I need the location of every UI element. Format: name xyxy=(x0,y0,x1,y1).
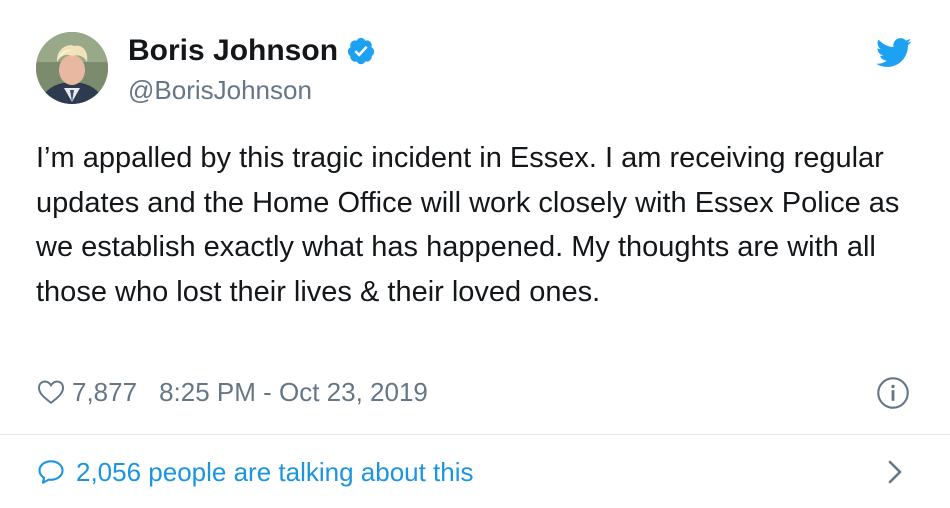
verified-badge-icon xyxy=(346,36,376,66)
tweet-timestamp[interactable]: 8:25 PM - Oct 23, 2019 xyxy=(159,377,428,408)
like-count[interactable]: 7,877 xyxy=(72,377,137,408)
avatar-image xyxy=(36,32,108,104)
heart-icon[interactable] xyxy=(36,377,66,407)
author-handle[interactable]: @BorisJohnson xyxy=(128,74,312,106)
info-icon[interactable] xyxy=(876,376,910,410)
speech-bubble-icon xyxy=(36,457,66,487)
conversation-count-text[interactable]: 2,056 people are talking about this xyxy=(76,457,474,488)
divider xyxy=(0,434,950,435)
chevron-right-icon[interactable] xyxy=(884,458,906,486)
tweet-text: I’m appalled by this tragic incident in … xyxy=(36,142,900,308)
display-name[interactable]: Boris Johnson xyxy=(128,32,338,70)
conversation-link[interactable]: 2,056 people are talking about this xyxy=(36,452,474,492)
tweet-embed-card: Boris Johnson @BorisJohnson I’m appalled… xyxy=(0,0,950,508)
twitter-bird-icon[interactable] xyxy=(876,38,912,68)
tweet-meta-row: 7,877 8:25 PM - Oct 23, 2019 xyxy=(36,372,428,412)
author-name-row[interactable]: Boris Johnson xyxy=(128,32,376,70)
avatar[interactable] xyxy=(36,32,108,104)
